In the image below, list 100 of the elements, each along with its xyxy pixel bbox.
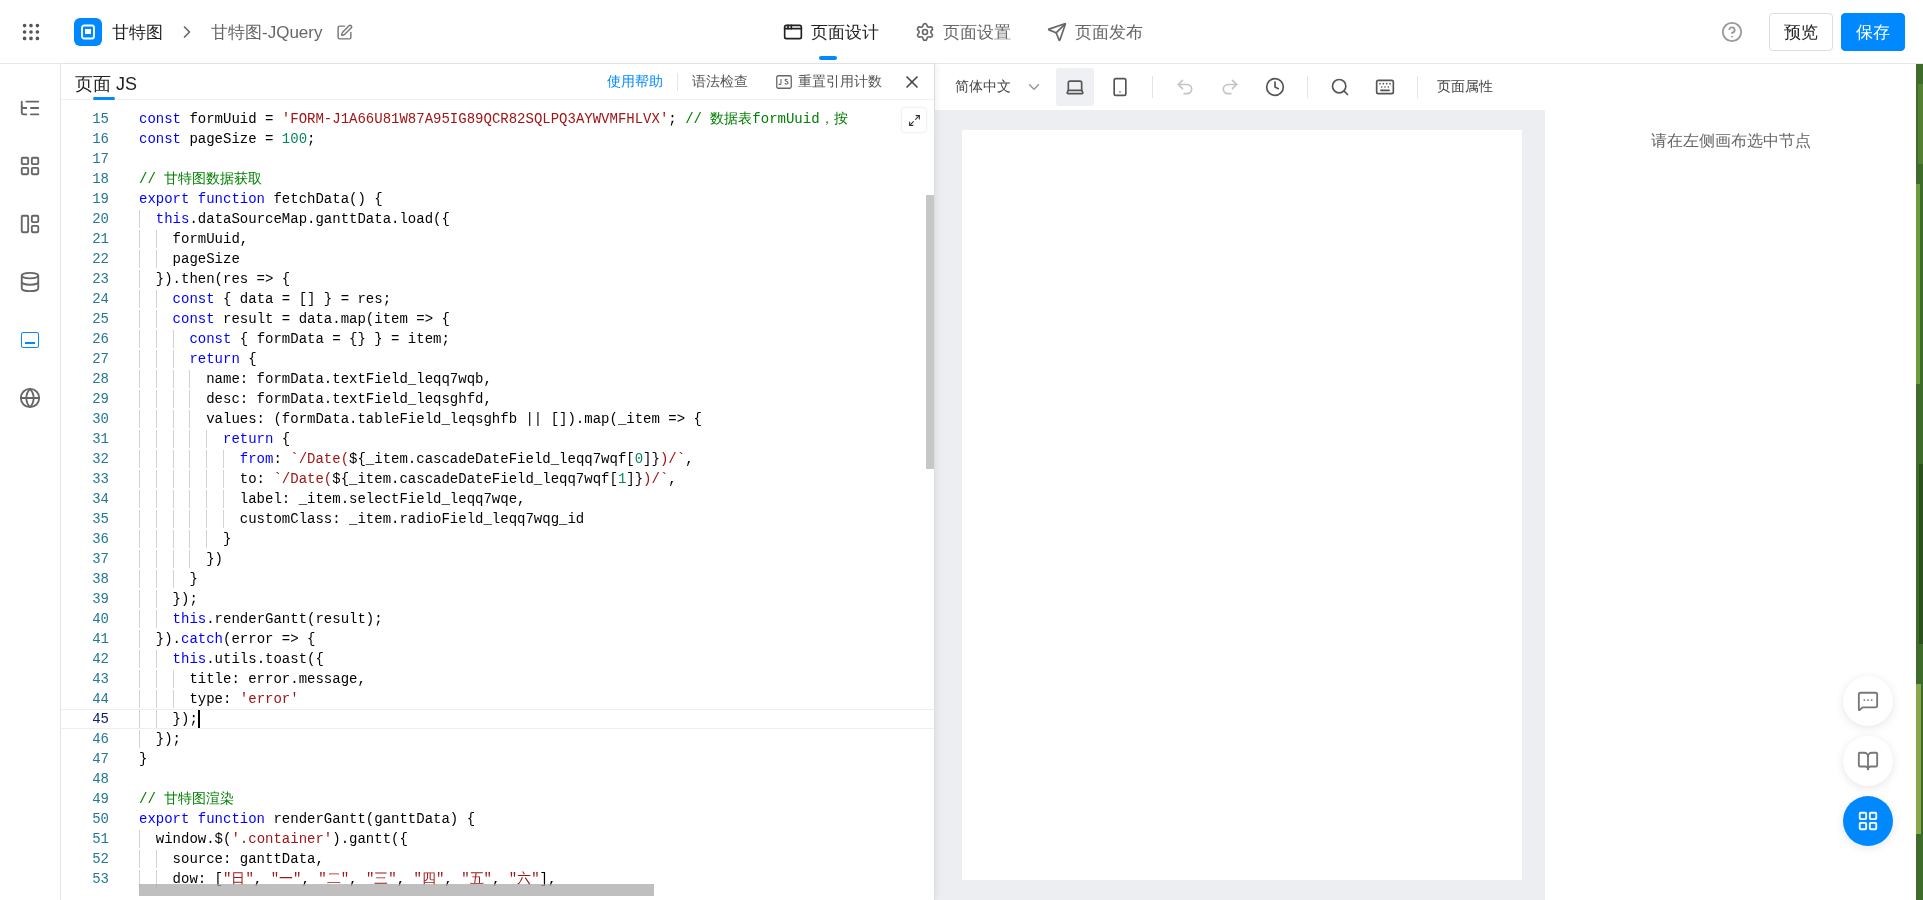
line-number: 49 — [91, 791, 109, 807]
code-line: return { — [222, 431, 291, 447]
search-icon — [1330, 77, 1350, 97]
edit-icon[interactable] — [336, 23, 354, 41]
code-line: formUuid, — [171, 231, 249, 247]
js-file-icon — [776, 74, 792, 89]
code-line: // 甘特图渲染 — [139, 790, 235, 808]
line-number: 18 — [91, 171, 109, 187]
book-button[interactable] — [1843, 736, 1893, 786]
settings-icon — [914, 22, 935, 42]
clock-icon — [1265, 77, 1285, 97]
page-tab[interactable]: 页面设计 — [782, 0, 879, 64]
line-number: 38 — [91, 571, 109, 587]
code-line: } — [188, 571, 198, 587]
code-line: this.utils.toast({ — [171, 651, 324, 667]
line-number: 50 — [91, 811, 109, 827]
window-icon — [782, 22, 803, 42]
apps-button[interactable] — [1843, 796, 1893, 846]
grid-icon[interactable] — [19, 154, 41, 177]
code-line: export function fetchData() { — [139, 191, 383, 207]
laptop-icon — [1065, 77, 1085, 97]
code-line: label: _item.selectField_leqq7wqe, — [238, 491, 526, 507]
scroll-thumb[interactable] — [139, 884, 654, 896]
line-number: 16 — [91, 131, 109, 147]
code-line: values: (formData.tableField_leqsghfb || []).map(_item => { — [205, 411, 702, 427]
line-number: 33 — [91, 471, 109, 487]
phone-icon — [1110, 77, 1130, 97]
line-number: 53 — [91, 871, 109, 887]
code-line: title: error.message, — [188, 671, 366, 687]
code-line: export function renderGantt(ganttData) { — [139, 811, 476, 827]
code-line: }); — [171, 711, 198, 727]
code-line: customClass: _item.radioField_leqq7wqg_id — [238, 511, 585, 527]
line-number: 51 — [91, 831, 109, 847]
line-number: 47 — [91, 751, 109, 767]
code-line: } — [139, 751, 148, 767]
grid-icon — [1857, 810, 1879, 832]
toolbar-action[interactable]: 语法检查 — [678, 72, 762, 91]
code-line: const formUuid = 'FORM-J1A66U81W87A95IG89QCR82SQLPQ3AYWVMFHLVX'; // 数据表formUuid，按 — [139, 110, 848, 128]
line-number: 42 — [91, 651, 109, 667]
line-number: 25 — [91, 311, 109, 327]
line-number: 19 — [91, 191, 109, 207]
code-line: const pageSize = 100; — [139, 131, 316, 147]
line-number: 26 — [91, 331, 109, 347]
code-line: window.$('.container').gantt({ — [154, 831, 408, 847]
page-tab[interactable]: 页面设置 — [914, 0, 1011, 64]
code-line: }) — [205, 551, 223, 567]
line-number: 45 — [91, 711, 109, 727]
line-number: 29 — [91, 391, 109, 407]
line-number: 43 — [91, 671, 109, 687]
line-number: 52 — [91, 851, 109, 867]
help-link[interactable]: 使用帮助 — [593, 72, 678, 91]
app-name[interactable]: 甘特图 — [112, 20, 163, 44]
code-line: }); — [171, 591, 198, 607]
line-number: 35 — [91, 511, 109, 527]
line-number: 37 — [91, 551, 109, 567]
line-number: 31 — [91, 431, 109, 447]
page-tab[interactable]: 页面发布 — [1046, 0, 1143, 64]
code-line: this.renderGantt(result); — [171, 611, 383, 627]
line-number: 22 — [91, 251, 109, 267]
expand-button[interactable] — [902, 108, 926, 132]
code-line: const { data = [] } = res; — [171, 291, 392, 307]
paper-plane-icon — [1046, 22, 1067, 42]
chat-button[interactable] — [1843, 676, 1893, 726]
database-icon[interactable] — [19, 270, 41, 293]
code-line: pageSize — [171, 251, 240, 267]
code-line: name: formData.textField_leqq7wqb, — [205, 371, 492, 387]
line-number: 15 — [91, 111, 109, 127]
code-line: }).catch(error => { — [154, 631, 316, 647]
undo-icon — [1175, 77, 1195, 97]
apps-grid-icon[interactable] — [20, 21, 42, 43]
help-icon[interactable] — [1721, 21, 1743, 43]
line-number: 27 — [91, 351, 109, 367]
redo-icon — [1220, 77, 1240, 97]
code-line: // 甘特图数据获取 — [139, 170, 263, 188]
code-line: desc: formData.textField_leqsghfd, — [205, 391, 492, 407]
preview-button[interactable]: 预览 — [1769, 13, 1833, 51]
code-line: const { formData = {} } = item; — [188, 331, 450, 347]
expand-icon — [907, 113, 921, 127]
line-number: 28 — [91, 371, 109, 387]
page-properties-button[interactable]: 页面属性 — [1431, 77, 1499, 97]
laptop-button[interactable] — [1056, 68, 1094, 106]
chat-icon — [1857, 690, 1879, 712]
language-select[interactable]: 简体中文 — [955, 78, 1049, 96]
scroll-thumb[interactable] — [926, 195, 934, 469]
code-line: }).then(res => { — [154, 271, 291, 287]
toolbar-action[interactable]: 重置引用计数 — [762, 72, 896, 91]
text-cursor — [197, 710, 200, 728]
panel-title: 页面 JS — [75, 73, 137, 94]
line-number: 41 — [91, 631, 109, 647]
globe-icon[interactable] — [19, 386, 41, 409]
layout-icon[interactable] — [19, 212, 41, 235]
line-number: 40 — [91, 611, 109, 627]
code-line: dow: ["日", "一", "二", "三", "四", "五", "六"], — [171, 870, 557, 888]
line-number: 23 — [91, 271, 109, 287]
code-line: type: 'error' — [188, 691, 299, 707]
js-icon[interactable] — [21, 331, 39, 348]
line-number: 39 — [91, 591, 109, 607]
line-number: 24 — [91, 291, 109, 307]
code-line: const result = data.map(item => { — [171, 311, 450, 327]
line-number: 34 — [91, 491, 109, 507]
